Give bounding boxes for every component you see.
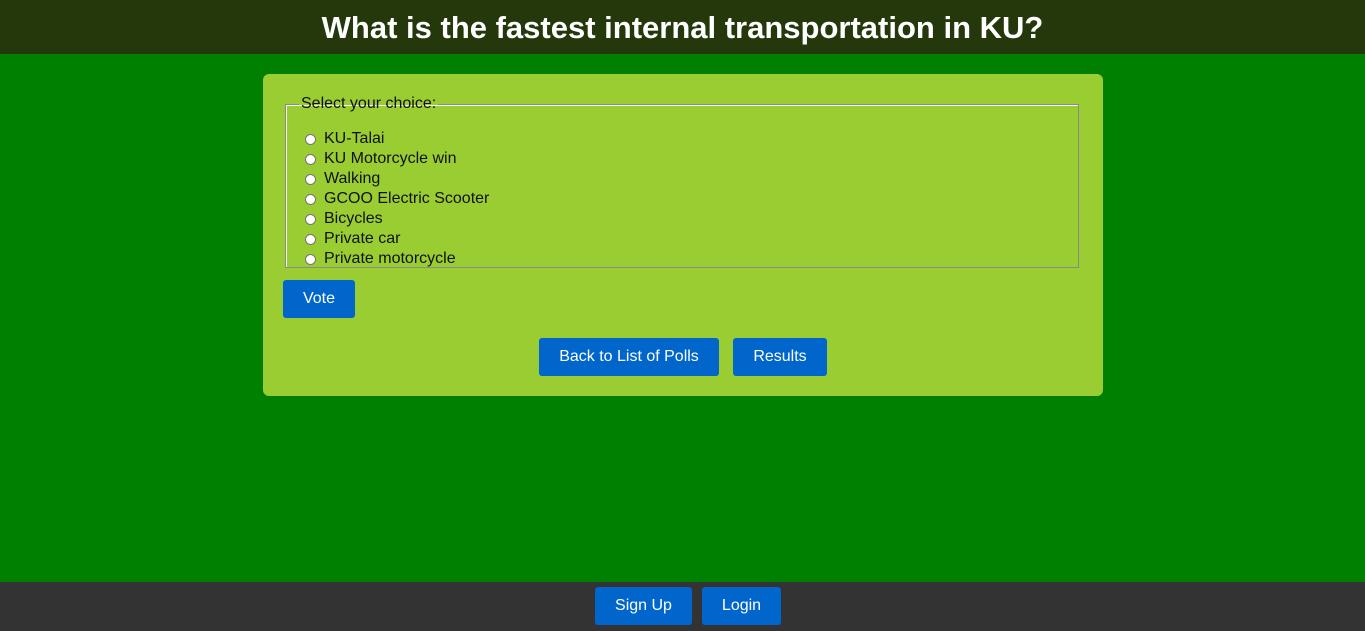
choice-label: Private motorcycle <box>324 250 456 267</box>
choice-fieldset: Select your choice: KU-Talai KU Motorcyc… <box>285 96 1079 268</box>
choice-legend: Select your choice: <box>301 95 437 112</box>
radio-button[interactable] <box>305 173 316 185</box>
vote-button[interactable]: Vote <box>283 280 355 318</box>
choice-label: KU-Talai <box>324 130 385 147</box>
choice-label: GCOO Electric Scooter <box>324 190 490 207</box>
choice-option-ku-talai[interactable]: KU-Talai <box>304 129 489 149</box>
choice-option-bicycles[interactable]: Bicycles <box>304 209 489 229</box>
choice-label: Walking <box>324 170 381 187</box>
radio-button[interactable] <box>305 233 316 245</box>
radio-button[interactable] <box>305 153 316 165</box>
radio-button[interactable] <box>305 213 316 225</box>
radio-button[interactable] <box>305 253 316 265</box>
choice-list: KU-Talai KU Motorcycle win Walking GCOO … <box>304 129 489 269</box>
radio-button[interactable] <box>305 133 316 145</box>
choice-option-gcoo-electric-scooter[interactable]: GCOO Electric Scooter <box>304 189 489 209</box>
login-button[interactable]: Login <box>702 587 781 625</box>
choice-label: Bicycles <box>324 210 383 227</box>
page-footer: Sign Up Login <box>0 582 1365 631</box>
results-button[interactable]: Results <box>733 338 827 376</box>
sign-up-button[interactable]: Sign Up <box>595 587 692 625</box>
back-to-polls-button[interactable]: Back to List of Polls <box>539 338 719 376</box>
poll-card: Select your choice: KU-Talai KU Motorcyc… <box>263 74 1103 396</box>
choice-label: KU Motorcycle win <box>324 150 457 167</box>
page-header: What is the fastest internal transportat… <box>0 0 1365 54</box>
choice-option-walking[interactable]: Walking <box>304 169 489 189</box>
choice-option-private-car[interactable]: Private car <box>304 229 489 249</box>
choice-option-private-motorcycle[interactable]: Private motorcycle <box>304 249 489 269</box>
choice-label: Private car <box>324 230 401 247</box>
radio-button[interactable] <box>305 193 316 205</box>
choice-option-ku-motorcycle-win[interactable]: KU Motorcycle win <box>304 149 489 169</box>
page-title: What is the fastest internal transportat… <box>321 9 1044 45</box>
